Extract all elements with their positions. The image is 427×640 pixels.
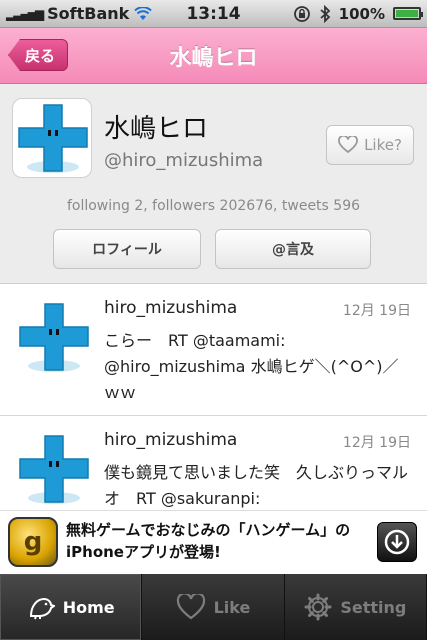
nav-title: 水嶋ヒロ: [169, 45, 258, 71]
back-button[interactable]: 戻る: [8, 39, 69, 71]
tweet-username: hiro_mizushima: [104, 298, 238, 318]
profile-handle: @hiro_mizushima: [104, 150, 264, 171]
like-button-label: Like?: [364, 136, 402, 154]
rotation-lock-icon: [293, 5, 311, 23]
tweet-avatar[interactable]: [14, 430, 94, 510]
tab-like[interactable]: Like: [142, 574, 285, 640]
plus-mascot-icon: [18, 104, 88, 173]
tweet-text: 僕も鏡見て思いました笑 久しぶりっマルオ RT @sakuranpi:: [104, 463, 409, 508]
profile-avatar[interactable]: [12, 98, 92, 178]
tweet-text: こらー RT @taamami: @hiro_mizushima 水嶋ヒゲ＼(^…: [104, 331, 399, 402]
heart-icon: [176, 594, 206, 620]
plus-mascot-icon: [19, 303, 89, 372]
tweet-username: hiro_mizushima: [104, 430, 238, 450]
tweet-item[interactable]: hiro_mizushima 12月 19日 こらー RT @taamami: …: [0, 284, 427, 416]
status-bar: ▂▃▄▅▆ SoftBank 13:14 100%: [0, 0, 427, 28]
plus-mascot-icon: [19, 435, 89, 504]
profile-name: 水嶋ヒロ: [104, 114, 209, 144]
mentions-button[interactable]: @言及: [215, 229, 371, 269]
tab-home[interactable]: Home: [0, 574, 143, 640]
like-button[interactable]: Like?: [326, 125, 414, 165]
hangame-app-icon: g: [8, 517, 58, 567]
tab-like-label: Like: [213, 597, 251, 617]
tweet-avatar[interactable]: [14, 298, 94, 378]
tab-home-label: Home: [62, 597, 115, 617]
profile-button[interactable]: ロフィール: [53, 229, 201, 269]
profile-header: 水嶋ヒロ @hiro_mizushima Like? following 2, …: [0, 84, 427, 284]
battery-percent: 100%: [338, 4, 385, 23]
battery-fill: [396, 10, 418, 17]
profile-stats: following 2, followers 202676, tweets 59…: [66, 198, 361, 214]
battery-icon: [393, 7, 423, 20]
status-right: 100%: [293, 4, 423, 23]
download-icon: [383, 528, 411, 556]
tab-bar: Home Like Setting: [0, 574, 427, 640]
tab-setting[interactable]: Setting: [285, 574, 427, 640]
heart-outline-icon: [338, 136, 358, 154]
tweet-date: 12月 19日: [342, 303, 411, 319]
gear-icon: [304, 593, 332, 621]
download-button[interactable]: [377, 522, 417, 562]
navigation-bar: 戻る 水嶋ヒロ: [0, 28, 427, 84]
tweet-date: 12月 19日: [342, 435, 411, 451]
ad-text: 無料ゲームでおなじみの「ハンゲーム」のiPhoneアプリが登場!: [66, 521, 351, 561]
ad-banner[interactable]: g 無料ゲームでおなじみの「ハンゲーム」のiPhoneアプリが登場!: [0, 510, 427, 574]
tab-setting-label: Setting: [340, 597, 407, 617]
bird-icon: [27, 594, 55, 620]
bluetooth-icon: [319, 4, 331, 23]
